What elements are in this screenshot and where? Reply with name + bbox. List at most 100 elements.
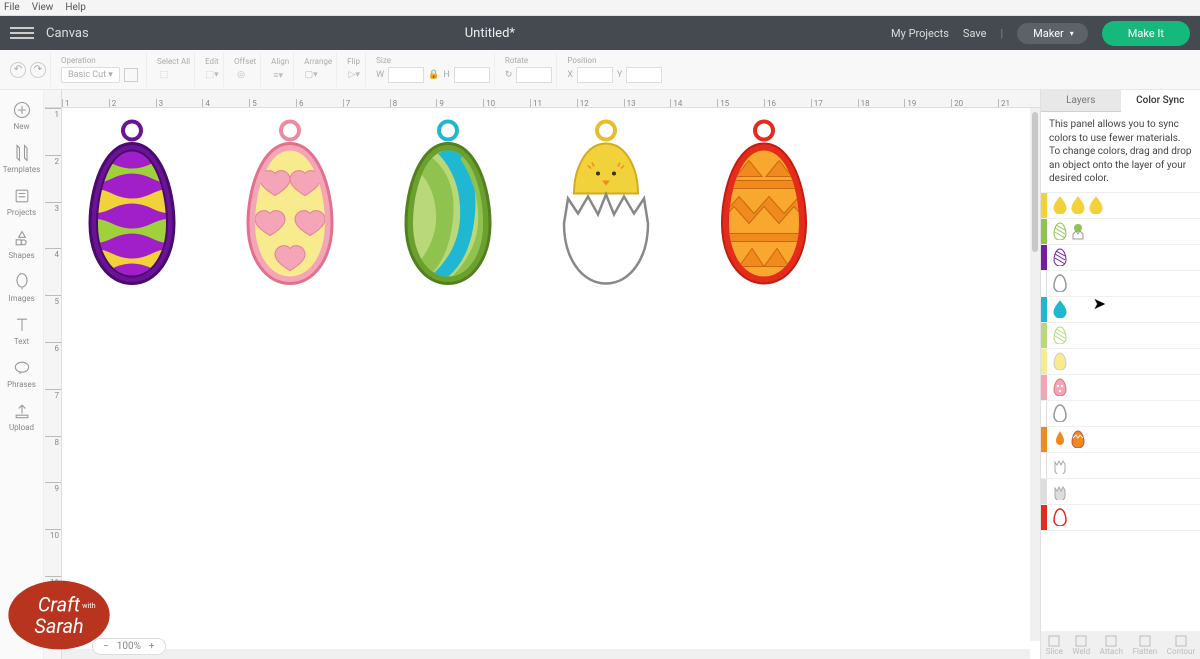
color-sync-row[interactable] [1041,297,1200,323]
color-sync-row[interactable] [1041,505,1200,531]
offset-label: Offset [234,57,256,66]
zoom-in-button[interactable]: + [149,641,155,652]
action-weld[interactable]: Weld [1072,635,1090,656]
egg-pink-hearts[interactable] [240,116,340,291]
color-swatch[interactable] [124,68,138,82]
layer-thumb[interactable] [1053,274,1067,292]
nav-new[interactable]: New [2,96,42,135]
action-contour[interactable]: Contour [1167,635,1195,656]
rotate-input[interactable] [516,67,552,83]
undo-button[interactable]: ↶ [10,62,26,78]
color-thumbs [1047,274,1067,292]
color-sync-row[interactable] [1041,401,1200,427]
color-sync-row[interactable] [1041,349,1200,375]
svg-text:Sarah: Sarah [34,615,83,638]
ruler-tick: 7 [45,389,61,400]
egg-chick[interactable] [556,116,656,291]
layer-thumb[interactable] [1053,404,1067,422]
nav-text[interactable]: Text [2,311,42,350]
ruler-tick: 7 [343,99,351,107]
ruler-tick: 3 [156,99,164,107]
h-label: H [443,70,449,80]
egg-purple-wavy[interactable] [82,116,182,291]
layer-thumb[interactable] [1053,300,1067,318]
ruler-tick: 6 [45,342,61,353]
make-it-button[interactable]: Make It [1102,21,1190,46]
nav-shapes[interactable]: Shapes [2,225,42,264]
layer-thumb[interactable] [1053,352,1067,370]
redo-button[interactable]: ↷ [30,62,46,78]
color-sync-row[interactable] [1041,453,1200,479]
layer-thumb[interactable] [1071,196,1085,214]
ruler-tick: 2 [109,99,117,107]
scrollbar-horizontal[interactable] [62,649,1030,659]
document-title[interactable]: Untitled* [89,26,891,41]
nav-upload[interactable]: Upload [2,397,42,436]
action-flatten[interactable]: Flatten [1133,635,1158,656]
color-thumbs [1047,456,1067,474]
layer-thumb[interactable] [1053,482,1067,500]
layer-thumb[interactable] [1071,222,1085,240]
nav-templates[interactable]: Templates [2,139,42,178]
align-icon[interactable]: ≡▾ [271,68,285,82]
nav-images[interactable]: Images [2,268,42,307]
height-input[interactable] [454,67,490,83]
zoom-value[interactable]: 100% [117,641,141,652]
menu-view[interactable]: View [32,2,54,13]
layer-thumb[interactable] [1053,326,1067,344]
lock-icon[interactable]: 🔒 [428,70,439,80]
arrange-icon[interactable]: ▢▾ [304,68,318,82]
width-input[interactable] [388,67,424,83]
operation-select[interactable]: Basic Cut ▾ [61,67,120,83]
color-sync-help: This panel allows you to sync colors to … [1041,112,1200,193]
tab-color-sync[interactable]: Color Sync [1121,90,1200,112]
x-input[interactable] [577,67,613,83]
svg-text:with: with [82,601,96,610]
scrollbar-vertical[interactable] [1030,108,1040,641]
layer-thumb[interactable] [1053,456,1067,474]
color-sync-row[interactable] [1041,323,1200,349]
position-label: Position [567,56,662,65]
nav-projects[interactable]: Projects [2,182,42,221]
ruler-tick: 5 [249,99,257,107]
color-sync-row[interactable] [1041,271,1200,297]
layer-thumb[interactable] [1053,508,1067,526]
color-thumbs [1047,404,1067,422]
menu-help[interactable]: Help [65,2,85,13]
color-sync-row[interactable] [1041,375,1200,401]
select-all-icon[interactable]: ⬚ [157,68,171,82]
color-sync-row[interactable] [1041,193,1200,219]
my-projects-link[interactable]: My Projects [891,27,949,40]
offset-icon[interactable]: ◎ [234,68,248,82]
layer-thumb[interactable] [1053,196,1067,214]
color-sync-row[interactable] [1041,479,1200,505]
egg-green-swirl[interactable] [398,116,498,291]
color-sync-row[interactable] [1041,427,1200,453]
save-button[interactable]: Save [963,27,987,40]
main-area: New Templates Projects Shapes Images Tex… [0,90,1200,659]
layer-thumb[interactable] [1071,430,1085,448]
canvas-area: 123456789101112131415161718192021 123456… [44,90,1040,659]
nav-phrases[interactable]: Phrases [2,354,42,393]
ruler-tick: 2 [45,155,61,166]
ruler-tick: 11 [530,99,542,107]
y-input[interactable] [626,67,662,83]
action-slice[interactable]: Slice [1046,635,1063,656]
edit-icon[interactable]: ⬚▾ [205,68,219,82]
color-thumbs [1047,196,1103,214]
tab-layers[interactable]: Layers [1041,90,1121,112]
hamburger-icon[interactable] [10,21,34,45]
flip-icon[interactable]: ▷▾ [347,68,361,82]
layer-thumb[interactable] [1053,430,1067,448]
artboard[interactable] [62,108,1040,659]
color-sync-row[interactable] [1041,219,1200,245]
action-attach[interactable]: Attach [1100,635,1123,656]
layer-thumb[interactable] [1089,196,1103,214]
egg-orange-zigzag[interactable] [714,116,814,291]
machine-selector[interactable]: Maker [1017,23,1088,44]
layer-thumb[interactable] [1053,222,1067,240]
color-sync-row[interactable] [1041,245,1200,271]
menu-file[interactable]: File [4,2,20,13]
layer-thumb[interactable] [1053,248,1067,266]
layer-thumb[interactable] [1053,378,1067,396]
